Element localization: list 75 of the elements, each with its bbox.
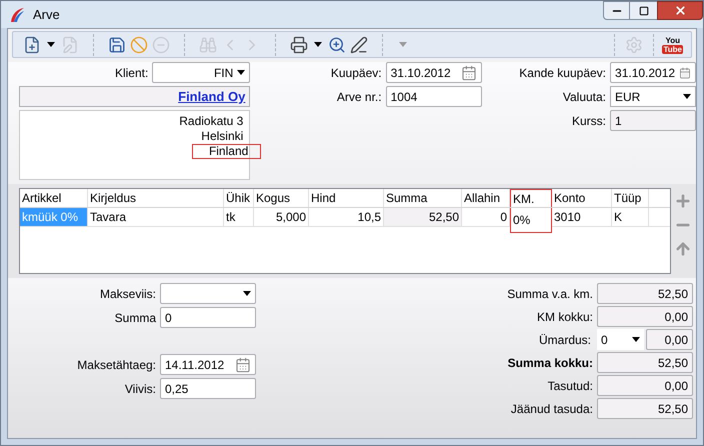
address-line: Helsinki — [200, 129, 244, 144]
maximize-button[interactable] — [630, 1, 657, 20]
input-field[interactable]: 0,00 — [597, 306, 693, 327]
rounding-dropdown[interactable]: 0 — [597, 329, 644, 350]
column-header[interactable]: Artikkel — [20, 189, 88, 207]
table-cell[interactable]: tk — [224, 208, 254, 226]
input-field[interactable]: 52,50 — [597, 398, 693, 419]
save-icon[interactable] — [108, 36, 126, 54]
column-header[interactable]: Hind — [309, 189, 384, 207]
add-row-icon[interactable] — [674, 192, 692, 210]
field-label: Ümardus: — [538, 332, 592, 348]
dropdown[interactable]: FIN — [152, 62, 250, 83]
table-cell[interactable]: 52,50 — [384, 208, 462, 226]
dropdown-caret-icon — [237, 70, 246, 75]
field-label: Summa kokku: — [508, 354, 594, 372]
table-cell[interactable]: 3010 — [552, 208, 612, 226]
close-icon — [674, 4, 686, 17]
pen-icon[interactable] — [350, 36, 368, 54]
table-cell[interactable]: Tavara — [88, 208, 224, 226]
currency-dropdown[interactable]: EUR — [610, 86, 696, 107]
column-header[interactable]: Kogus — [254, 189, 309, 207]
dropdown-caret-icon — [632, 337, 640, 342]
dropdown-caret-icon — [683, 94, 692, 99]
column-header[interactable]: Allahin — [462, 189, 510, 207]
maximize-icon — [638, 6, 648, 16]
column-header[interactable]: Kirjeldus — [88, 189, 224, 207]
column-header[interactable]: KM. — [510, 189, 552, 207]
input-field[interactable]: 0,00 — [597, 375, 693, 396]
move-up-icon[interactable] — [674, 240, 692, 258]
column-header[interactable]: Konto — [552, 189, 612, 207]
table-cell[interactable]: 0% — [510, 208, 552, 233]
field-label: Kuupäev: — [330, 64, 383, 82]
input-field[interactable]: 1 — [610, 110, 696, 131]
dropdown-caret-icon[interactable] — [47, 42, 55, 47]
minimize-button[interactable] — [603, 1, 630, 20]
column-header[interactable]: Tüüp — [612, 189, 649, 207]
field-label: KM kokku: — [536, 308, 594, 326]
calendar-icon[interactable] — [679, 64, 692, 80]
client-name-link[interactable]: Finland Oy — [178, 86, 246, 106]
field-label: Arve nr.: — [336, 88, 383, 106]
input-field[interactable]: 1004 — [386, 86, 482, 107]
field-label: Kurss: — [572, 112, 608, 130]
input-field[interactable]: 0,25 — [160, 378, 256, 399]
field-label: Maksetähtaeg: — [77, 356, 157, 374]
input-field[interactable]: 31.10.2012 — [610, 62, 696, 83]
field-label: Valuuta: — [562, 88, 608, 106]
field-label: Klient: — [114, 64, 150, 82]
column-header[interactable]: Ühik — [224, 189, 254, 207]
input-field[interactable]: 14.11.2012 — [160, 354, 256, 375]
input-field[interactable]: 52,50 — [597, 283, 693, 304]
dropdown-caret-icon — [243, 291, 251, 296]
window-title: Arve — [33, 6, 60, 24]
address-line: Radiokatu 3 — [178, 114, 244, 129]
printer-icon[interactable] — [290, 36, 308, 54]
input-field[interactable]: 0,00 — [646, 329, 693, 350]
dropdown-caret-icon[interactable] — [314, 42, 322, 47]
close-button[interactable] — [657, 1, 703, 20]
calendar-icon[interactable] — [460, 64, 477, 80]
field-label: Makseviis: — [100, 286, 157, 302]
field-label: Summa — [114, 310, 157, 326]
input-field[interactable]: 52,50 — [597, 352, 693, 373]
calendar-icon[interactable] — [235, 356, 251, 372]
field-label: Jäänud tasuda: — [510, 400, 594, 418]
app-logo-icon — [9, 6, 25, 22]
dropdown[interactable] — [160, 283, 256, 304]
field-label: Tasutud: — [548, 378, 594, 394]
input-field[interactable]: 31.10.2012 — [386, 62, 482, 83]
field-label: Viivis: — [124, 380, 157, 398]
preview-icon[interactable] — [328, 36, 346, 54]
field-label: Kande kuupäev: — [519, 64, 608, 82]
column-header[interactable]: Summa — [384, 189, 462, 207]
new-document-icon[interactable] — [23, 36, 41, 54]
table-cell[interactable]: K — [612, 208, 649, 226]
input-field[interactable]: 0 — [160, 307, 256, 328]
field-label: Summa v.a. km. — [507, 286, 594, 302]
